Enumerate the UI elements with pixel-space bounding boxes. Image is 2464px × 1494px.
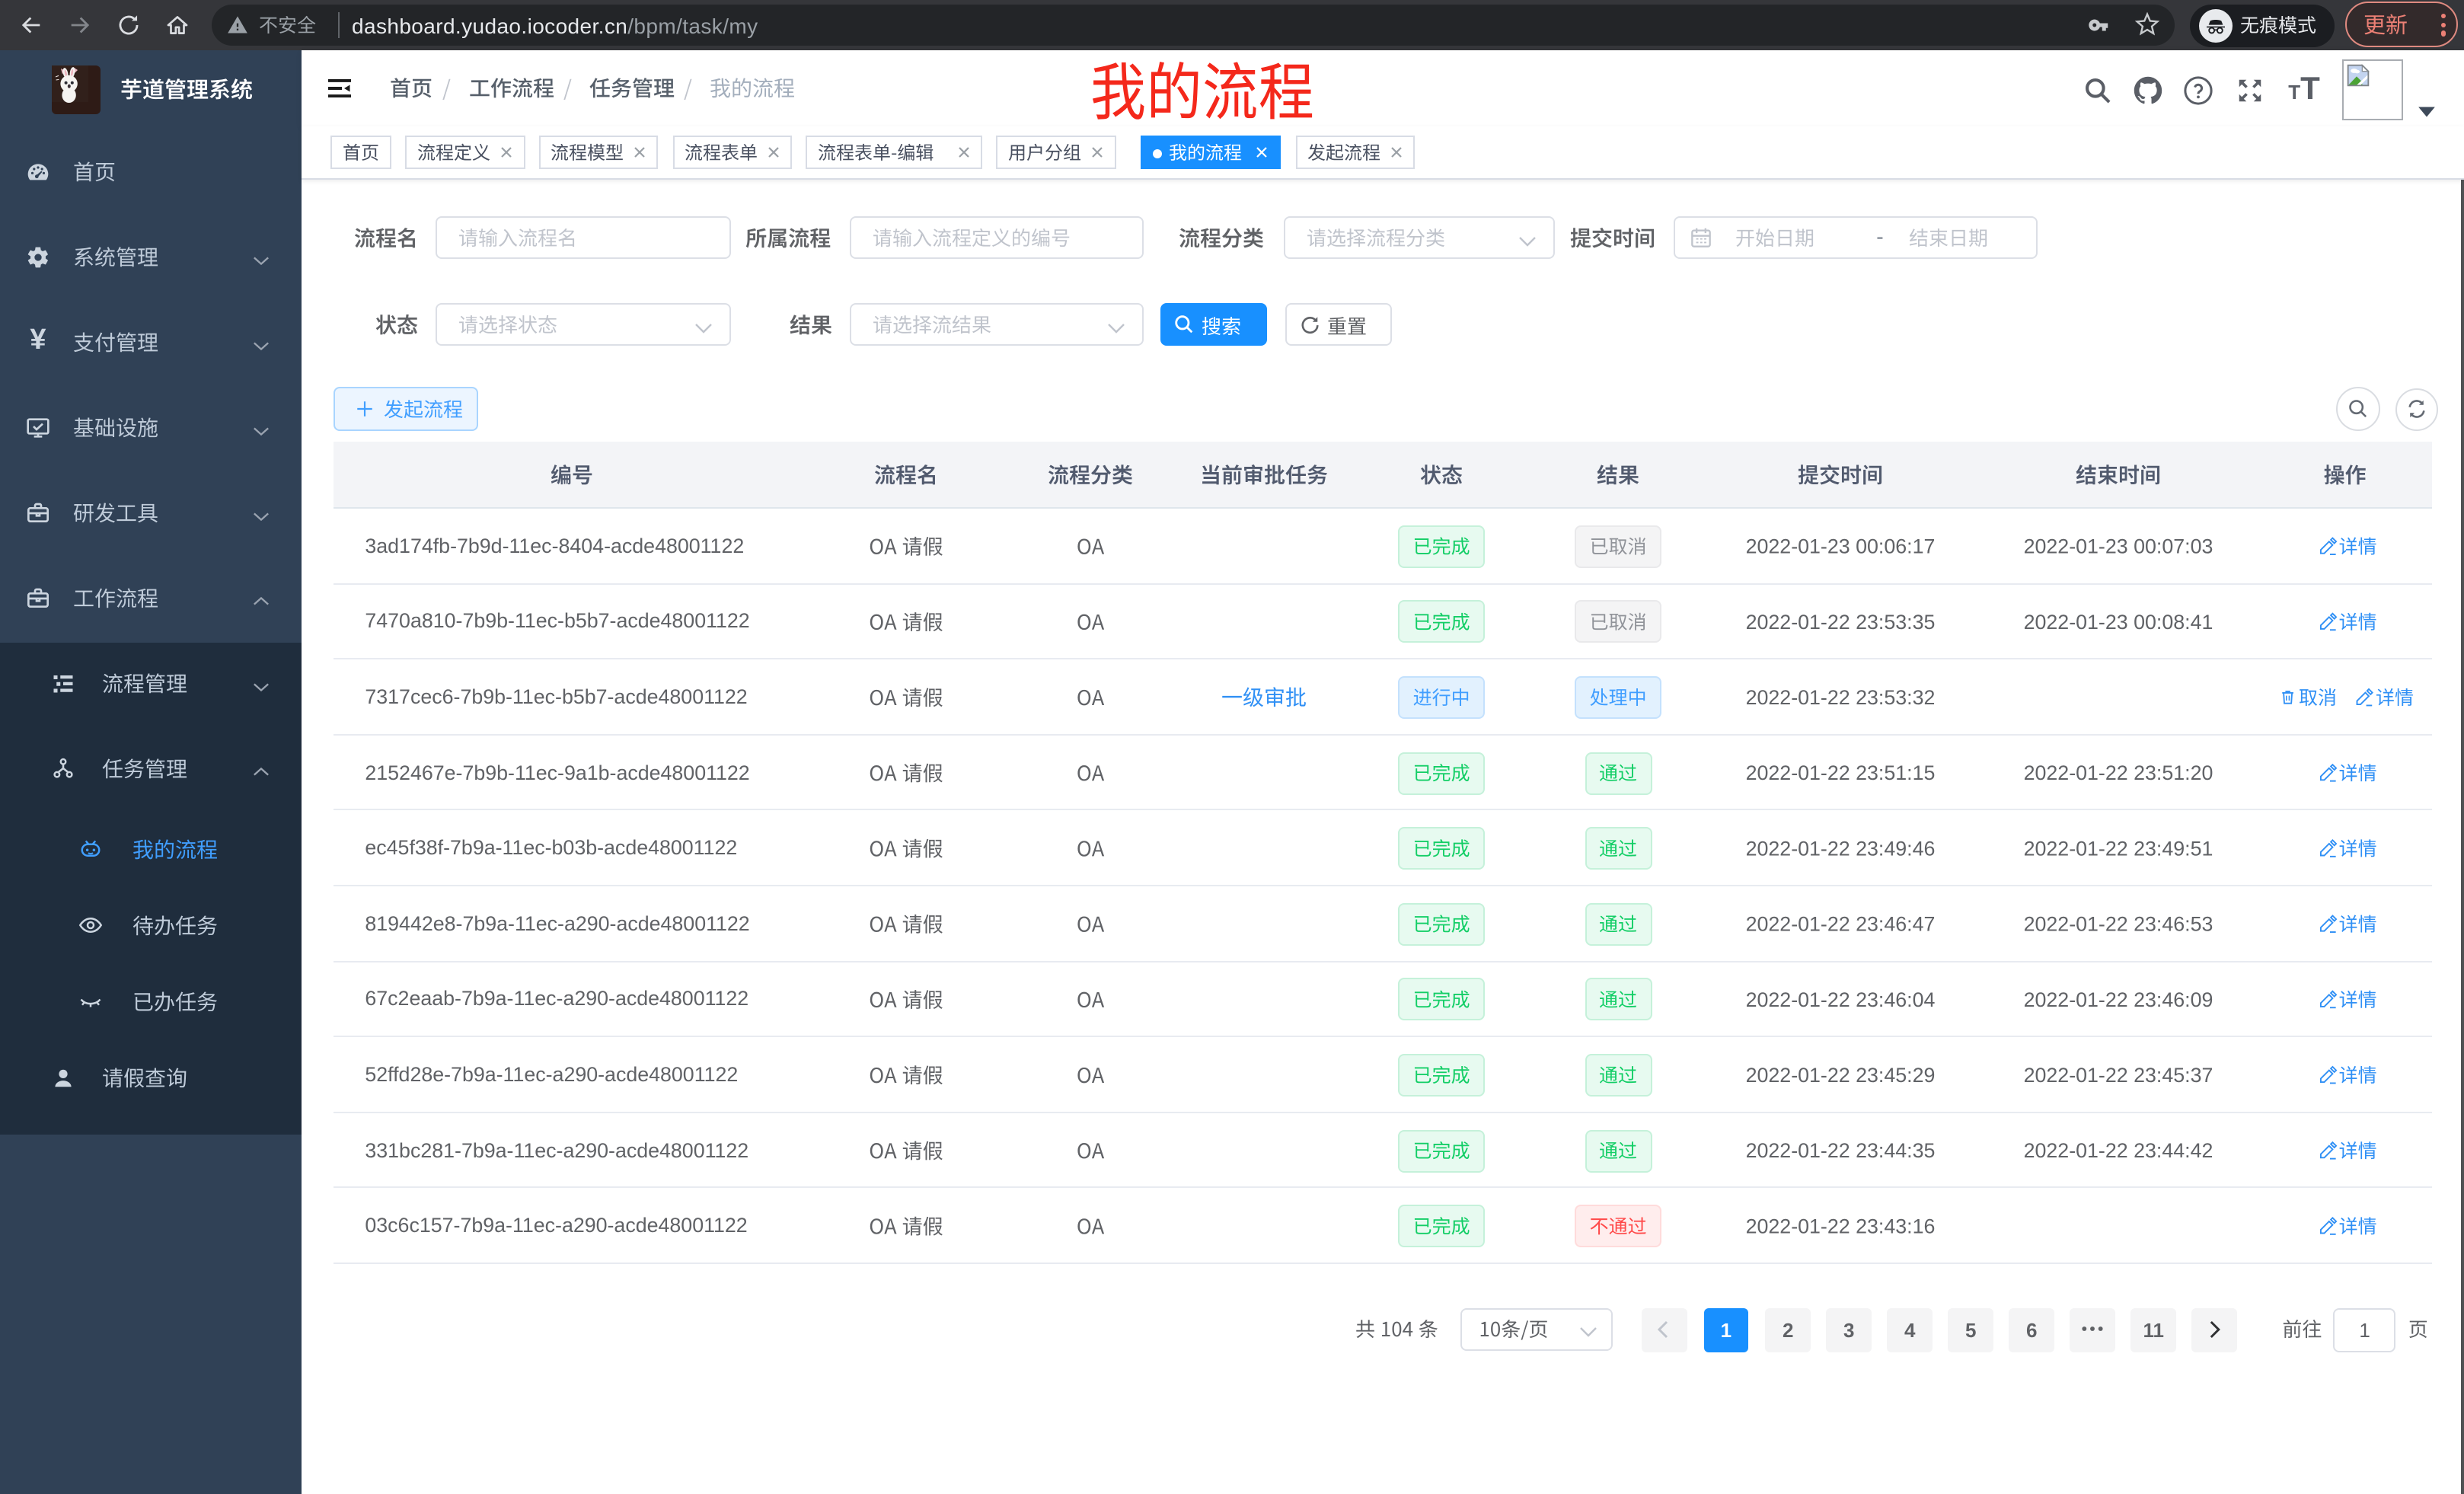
svg-text:2022-01-22 23:53:32: 2022-01-22 23:53:32 (1746, 686, 1936, 709)
svg-text:2022-01-22 23:46:53: 2022-01-22 23:46:53 (2024, 913, 2213, 936)
svg-text:2022-01-22 23:53:35: 2022-01-22 23:53:35 (1746, 611, 1936, 634)
svg-text:2022-01-23 00:06:17: 2022-01-23 00:06:17 (1746, 535, 1936, 558)
svg-text:2022-01-22 23:46:04: 2022-01-22 23:46:04 (1746, 988, 1936, 1011)
svg-text:2022-01-22 23:44:35: 2022-01-22 23:44:35 (1746, 1139, 1936, 1162)
svg-text:2022-01-22 23:45:37: 2022-01-22 23:45:37 (2024, 1064, 2213, 1087)
svg-text:2022-01-22 23:49:46: 2022-01-22 23:49:46 (1746, 837, 1936, 860)
svg-text:2022-01-23 00:08:41: 2022-01-23 00:08:41 (2024, 611, 2213, 634)
svg-text:2022-01-23 00:07:03: 2022-01-23 00:07:03 (2024, 535, 2213, 558)
svg-text:2022-01-22 23:49:51: 2022-01-22 23:49:51 (2024, 837, 2213, 860)
svg-text:2022-01-22 23:43:16: 2022-01-22 23:43:16 (1746, 1215, 1936, 1237)
svg-text:2022-01-22 23:45:29: 2022-01-22 23:45:29 (1746, 1064, 1936, 1087)
svg-text:2022-01-22 23:44:42: 2022-01-22 23:44:42 (2024, 1139, 2213, 1162)
svg-text:2022-01-22 23:46:09: 2022-01-22 23:46:09 (2024, 988, 2213, 1011)
svg-text:2022-01-22 23:51:20: 2022-01-22 23:51:20 (2024, 761, 2213, 784)
svg-text:2022-01-22 23:51:15: 2022-01-22 23:51:15 (1746, 761, 1936, 784)
svg-text:2022-01-22 23:46:47: 2022-01-22 23:46:47 (1746, 913, 1936, 936)
